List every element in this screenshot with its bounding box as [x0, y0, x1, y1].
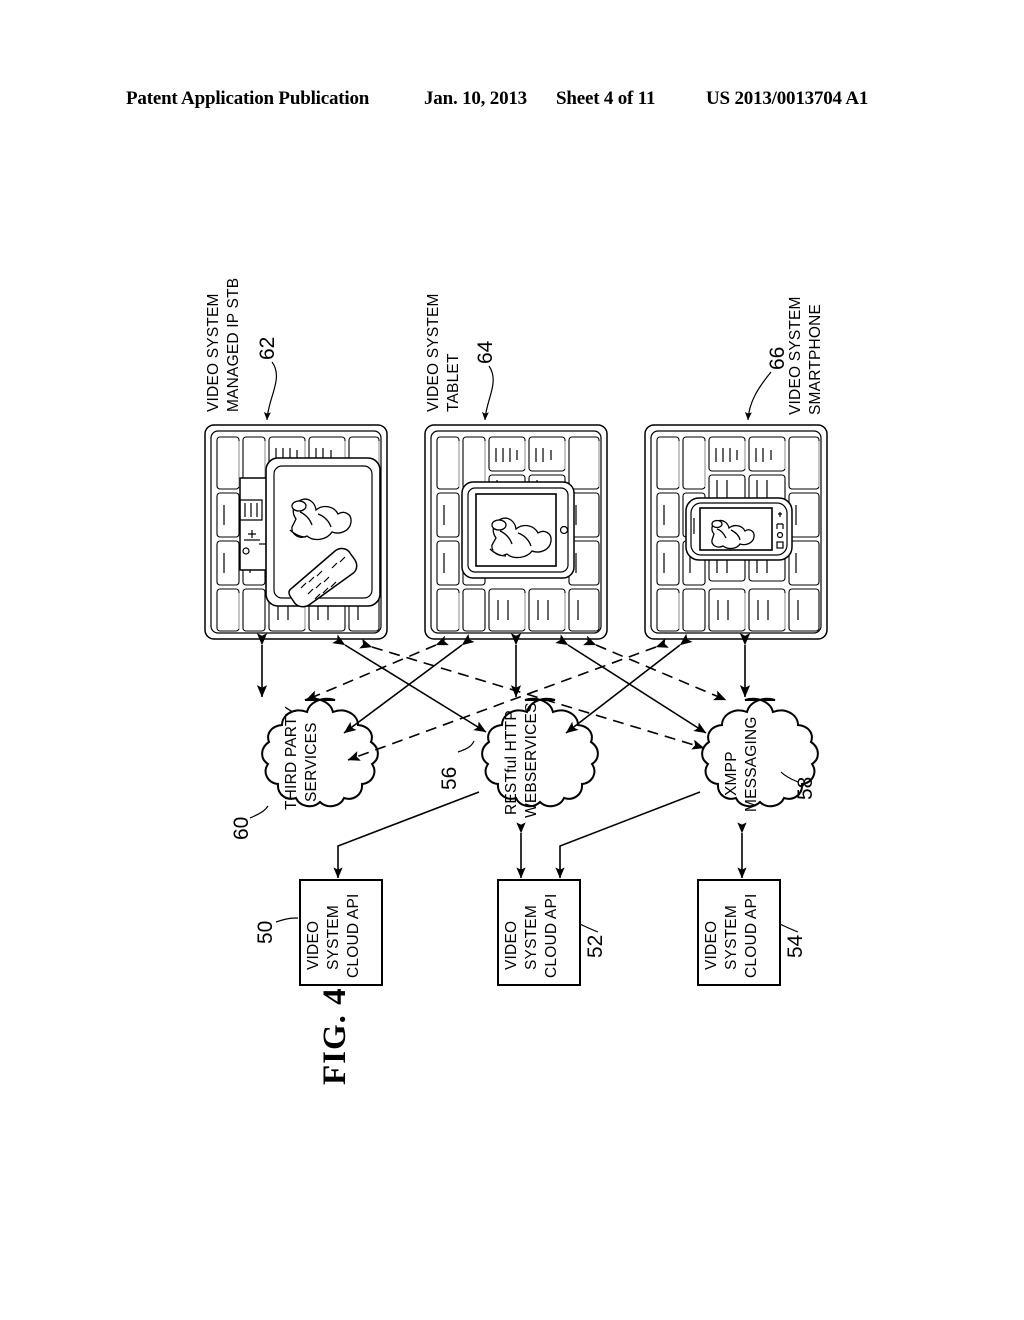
tv-screen — [265, 457, 381, 608]
figure-4-diagram: VIDEO SYSTEM MANAGED IP STB 62 VIDEO SYS… — [0, 0, 1024, 1320]
label-box54-line1: VIDEO — [703, 921, 720, 970]
leader-54 — [779, 923, 799, 933]
arrow-tablet-thirdparty — [343, 633, 475, 734]
ref-66: 66 — [766, 347, 789, 370]
label-box52-line1: VIDEO — [503, 921, 520, 970]
label-box52-line3: CLOUD API — [543, 894, 560, 979]
device-panel-stb — [204, 424, 388, 640]
label-device-stb-line2: MANAGED IP STB — [225, 278, 242, 412]
smartphone-device — [685, 497, 793, 561]
ref-56: 56 — [438, 767, 461, 790]
label-box50-line3: CLOUD API — [345, 894, 362, 979]
label-box54-line2: SYSTEM — [723, 905, 740, 970]
label-device-stb-line1: VIDEO SYSTEM — [205, 293, 222, 412]
ref-52: 52 — [584, 935, 607, 958]
label-box50-line1: VIDEO — [305, 921, 322, 970]
ref-54: 54 — [784, 934, 807, 958]
ref-60: 60 — [230, 817, 253, 840]
label-box50-line2: SYSTEM — [325, 905, 342, 970]
cloud-restful-http-webservices — [481, 697, 599, 808]
ref-58: 58 — [794, 777, 817, 800]
label-cloud-xmpp-line1: XMPP — [723, 751, 740, 796]
leader-56 — [457, 740, 475, 753]
label-cloud-restful-line2: WEBSERVICES — [523, 702, 540, 818]
arrow-phone-restful — [565, 633, 693, 734]
leader-52 — [579, 923, 599, 933]
device-panel-smartphone — [644, 424, 828, 640]
arrow-restful-to-box50 — [333, 791, 480, 879]
label-cloud-thirdparty-line1: THIRD PARTY — [283, 706, 300, 810]
arrow-tablet-restful-dashed — [305, 635, 449, 701]
label-cloud-thirdparty-line2: SERVICES — [303, 722, 320, 802]
arrow-xmpp-to-box52 — [555, 791, 701, 879]
figure-caption: FIG. 4 — [317, 987, 353, 1085]
label-cloud-restful-line1: RESTful HTTP — [503, 710, 520, 815]
leader-50 — [275, 917, 299, 923]
ref-62: 62 — [256, 337, 279, 360]
tablet-device — [461, 481, 575, 579]
arrow-tablet-xmpp-dashed — [583, 635, 727, 701]
label-cloud-xmpp-line2: MESSAGING — [743, 716, 760, 812]
leader-62 — [263, 361, 277, 421]
arrow-stb-restful — [332, 634, 487, 733]
label-box54-line3: CLOUD API — [743, 894, 760, 979]
leader-64 — [481, 365, 494, 421]
arrow-tablet-xmpp — [555, 634, 707, 734]
cloud-third-party-services — [261, 697, 379, 808]
ref-64: 64 — [474, 340, 497, 364]
leader-66 — [744, 371, 772, 421]
label-device-tablet-line1: VIDEO SYSTEM — [425, 293, 442, 412]
ref-50: 50 — [254, 921, 277, 944]
leader-60 — [249, 805, 269, 819]
label-device-phone-line1: VIDEO SYSTEM — [787, 296, 804, 415]
label-box52-line2: SYSTEM — [523, 905, 540, 970]
device-panel-tablet — [424, 424, 608, 640]
label-device-tablet-line2: TABLET — [445, 353, 462, 412]
label-device-phone-line2: SMARTPHONE — [807, 304, 824, 415]
